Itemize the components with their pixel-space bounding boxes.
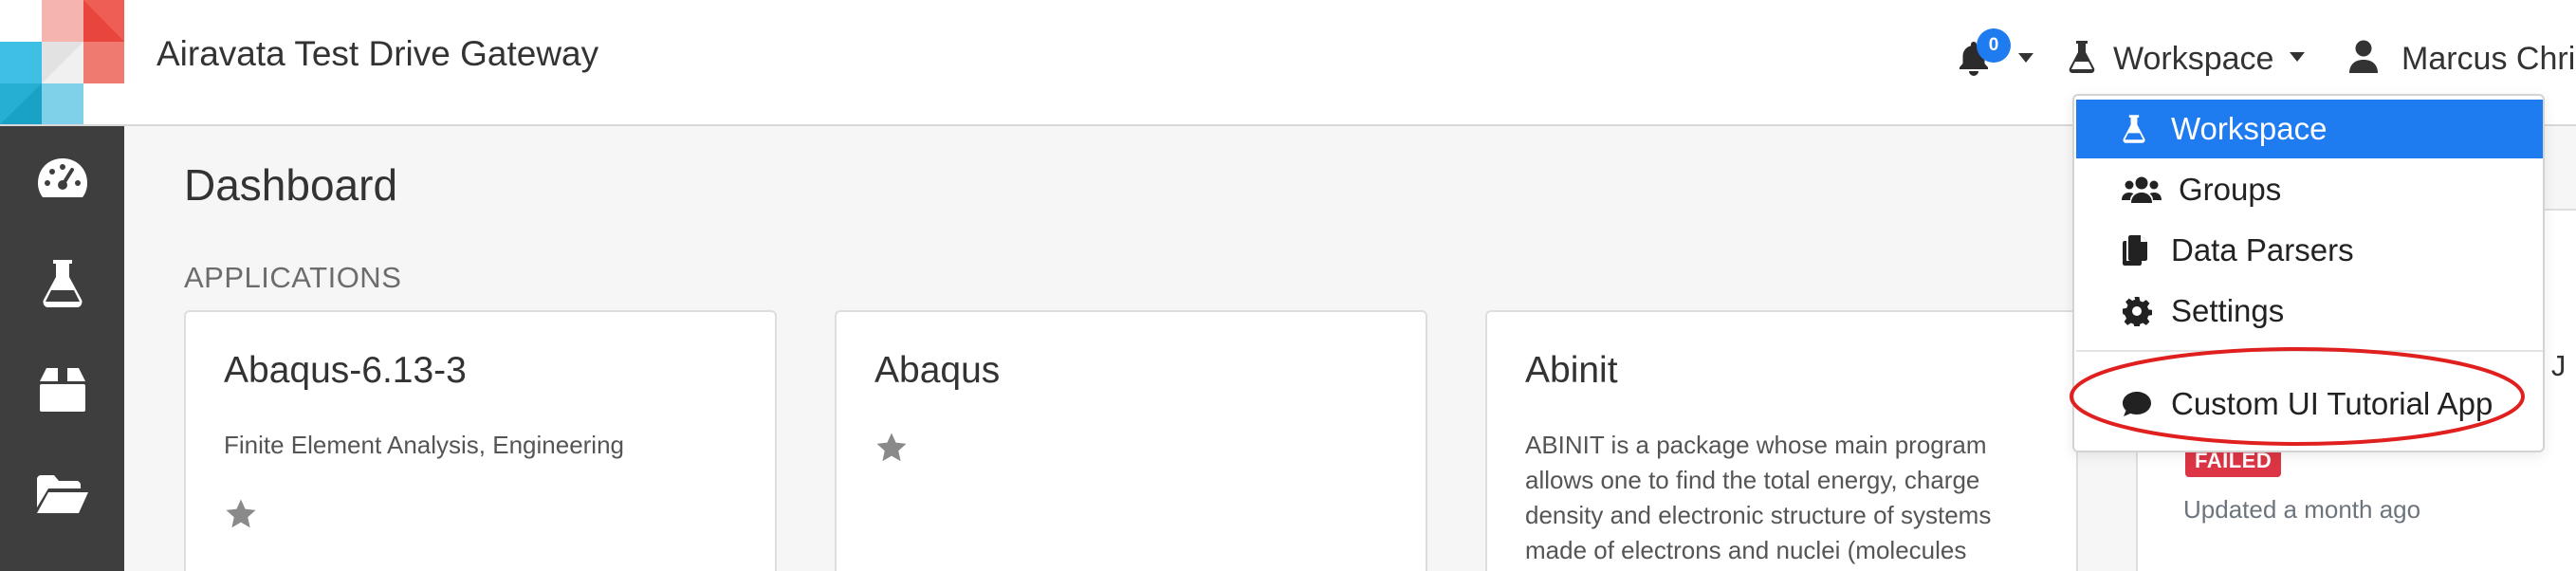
menu-item-label: Workspace: [2171, 111, 2328, 146]
app-card-abaqus-6-13-3[interactable]: Abaqus-6.13-3 Finite Element Analysis, E…: [184, 310, 777, 571]
logo-mosaic-icon: [0, 0, 124, 124]
chevron-down-icon: [2289, 50, 2306, 67]
menu-item-groups[interactable]: Groups: [2076, 160, 2543, 219]
menu-item-data-parsers[interactable]: Data Parsers: [2076, 221, 2543, 280]
menu-item-label: Settings: [2171, 293, 2285, 328]
workspace-menu-toggle[interactable]: Workspace: [2068, 28, 2306, 89]
flask-icon: [2122, 114, 2160, 144]
page-title: Dashboard: [184, 160, 398, 210]
comment-icon: [2122, 391, 2160, 417]
app-card-abinit[interactable]: Abinit ABINIT is a package whose main pr…: [1485, 310, 2078, 571]
gateway-title[interactable]: Airavata Test Drive Gateway: [156, 34, 598, 74]
chevron-down-icon: [2017, 51, 2034, 68]
menu-item-custom-ui-tutorial-app[interactable]: Custom UI Tutorial App: [2076, 375, 2543, 433]
menu-item-label: Custom UI Tutorial App: [2171, 386, 2493, 421]
menu-item-label: Data Parsers: [2171, 232, 2354, 267]
workspace-dropdown-menu: Workspace Groups Data Parsers Settings C…: [2072, 94, 2545, 452]
app-card-description: Finite Element Analysis, Engineering: [224, 431, 625, 459]
experiment-updated-time: Updated a month ago: [2183, 495, 2421, 524]
sidebar-item-dashboard[interactable]: [0, 134, 124, 229]
star-icon[interactable]: [874, 432, 909, 469]
flask-icon: [42, 258, 83, 314]
workspace-menu-label: Workspace: [2113, 40, 2274, 77]
menu-item-label: Groups: [2179, 172, 2282, 207]
notification-count-badge: 0: [1977, 28, 2011, 63]
menu-divider: [2076, 350, 2543, 352]
sidebar: [0, 126, 124, 571]
menu-item-settings[interactable]: Settings: [2076, 282, 2543, 341]
gear-icon: [2122, 296, 2160, 326]
menu-item-workspace[interactable]: Workspace: [2076, 100, 2543, 158]
app-root: Airavata Test Drive Gateway 0 Workspace: [0, 0, 2576, 571]
app-card-description: ABINIT is a package whose main program a…: [1525, 431, 1992, 564]
sidebar-item-workspace[interactable]: [0, 238, 124, 333]
users-icon: [2122, 175, 2165, 204]
star-icon[interactable]: [224, 498, 258, 535]
copy-icon: [2122, 234, 2160, 267]
app-card-name: Abaqus: [874, 350, 1001, 391]
flask-icon: [2068, 40, 2096, 79]
box-icon: [37, 366, 88, 418]
user-icon: [2348, 40, 2379, 79]
app-card-name: Abinit: [1525, 350, 1618, 391]
user-name: Marcus Chri: [2401, 40, 2576, 77]
app-card-name: Abaqus-6.13-3: [224, 350, 467, 391]
dashboard-icon: [36, 157, 89, 207]
user-menu-toggle[interactable]: Marcus Chri: [2348, 28, 2575, 89]
app-card-abaqus[interactable]: Abaqus: [835, 310, 1427, 571]
notifications-button[interactable]: 0: [1948, 28, 2033, 89]
folder-open-icon: [35, 473, 90, 520]
sidebar-item-storage[interactable]: [0, 344, 124, 439]
sidebar-item-files[interactable]: [0, 449, 124, 543]
gateway-logo[interactable]: [0, 0, 124, 124]
applications-section-label: APPLICATIONS: [184, 261, 402, 294]
